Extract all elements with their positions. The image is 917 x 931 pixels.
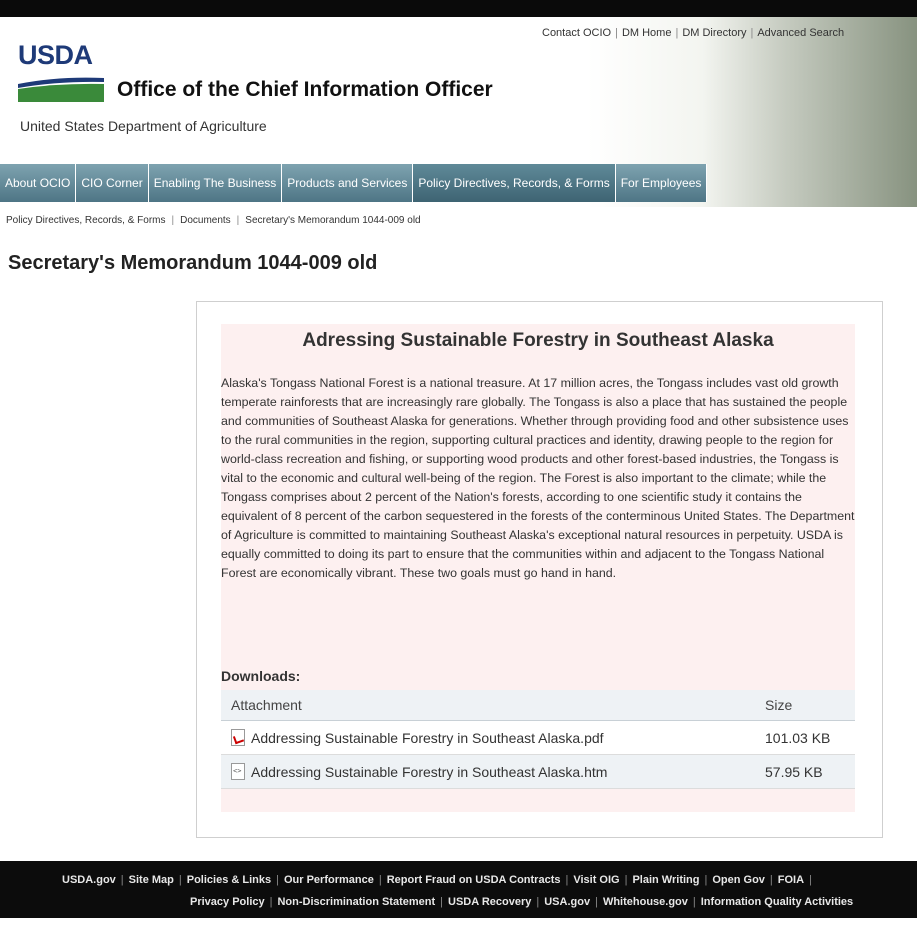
attachment-link[interactable]: Addressing Sustainable Forestry in South… xyxy=(251,730,604,746)
usda-logo[interactable]: USDA xyxy=(18,40,104,102)
footer: USDA.gov | Site Map | Policies & Links | Our P… xyxy=(0,861,917,918)
article-body: Alaska's Tongass National Forest is a na… xyxy=(221,376,855,580)
footer-link[interactable]: USDA.gov xyxy=(62,874,116,886)
footer-link[interactable]: USA.gov xyxy=(544,896,590,908)
main-nav: About OCIO CIO Corner Enabling The Busin… xyxy=(0,164,708,202)
content-box: Adressing Sustainable Forestry in Southe… xyxy=(196,301,883,838)
page-title: Secretary's Memorandum 1044-009 old xyxy=(8,252,378,274)
attachment-column-header: Attachment xyxy=(221,690,755,721)
table-row: Addressing Sustainable Forestry in South… xyxy=(221,754,855,789)
separator: | xyxy=(269,896,273,908)
attachments-table: Attachment Size Addressing Sustainable F… xyxy=(221,690,855,789)
site-title: Office of the Chief Information Officer xyxy=(117,78,493,101)
separator: | xyxy=(675,27,679,39)
footer-link[interactable]: Non-Discrimination Statement xyxy=(277,896,435,908)
footer-link[interactable]: Policies & Links xyxy=(187,874,271,886)
usda-swoosh-icon xyxy=(18,77,104,102)
downloads-label: Downloads: xyxy=(221,668,301,684)
footer-link[interactable]: Whitehouse.gov xyxy=(603,896,688,908)
nav-policy-directives[interactable]: Policy Directives, Records, & Forms xyxy=(413,164,616,202)
separator: | xyxy=(120,874,124,886)
breadcrumb-current: Secretary's Memorandum 1044-009 old xyxy=(245,215,421,226)
advanced-search-link[interactable]: Advanced Search xyxy=(757,27,844,39)
breadcrumb-policy-directives[interactable]: Policy Directives, Records, & Forms xyxy=(6,215,165,226)
footer-link[interactable]: Our Performance xyxy=(284,874,374,886)
separator: | xyxy=(750,27,754,39)
separator: | xyxy=(440,896,444,908)
html-file-icon xyxy=(231,763,245,780)
separator: | xyxy=(692,896,696,908)
separator: | xyxy=(378,874,382,886)
footer-link[interactable]: Report Fraud on USDA Contracts xyxy=(387,874,561,886)
separator: | xyxy=(236,215,240,226)
size-column-header: Size xyxy=(755,690,855,721)
contact-ocio-link[interactable]: Contact OCIO xyxy=(542,27,611,39)
breadcrumb: Policy Directives, Records, & Forms | Docu… xyxy=(6,215,421,226)
dm-home-link[interactable]: DM Home xyxy=(622,27,672,39)
article-panel: Adressing Sustainable Forestry in Southe… xyxy=(221,324,855,812)
attachment-size: 101.03 KB xyxy=(755,720,855,755)
top-black-bar xyxy=(0,0,917,17)
separator: | xyxy=(704,874,708,886)
footer-link[interactable]: Visit OIG xyxy=(573,874,619,886)
attachment-size: 57.95 KB xyxy=(755,754,855,789)
separator: | xyxy=(809,874,812,886)
footer-link[interactable]: Open Gov xyxy=(712,874,765,886)
separator: | xyxy=(536,896,540,908)
separator: | xyxy=(178,874,182,886)
separator: | xyxy=(595,896,598,908)
table-row: Addressing Sustainable Forestry in South… xyxy=(221,720,855,755)
dm-directory-link[interactable]: DM Directory xyxy=(682,27,746,39)
footer-link[interactable]: Plain Writing xyxy=(632,874,699,886)
footer-links-row-1: USDA.gov | Site Map | Policies & Links | Our P… xyxy=(62,874,817,886)
separator: | xyxy=(615,27,618,39)
article-title: Adressing Sustainable Forestry in Southe… xyxy=(302,330,774,351)
footer-link[interactable]: Site Map xyxy=(129,874,174,886)
footer-link[interactable]: USDA Recovery xyxy=(448,896,531,908)
footer-links-row-2: Privacy Policy | Non-Discrimination Statem… xyxy=(190,896,853,908)
attachment-link[interactable]: Addressing Sustainable Forestry in South… xyxy=(251,764,607,780)
usda-logo-text: USDA xyxy=(18,40,93,70)
footer-link[interactable]: FOIA xyxy=(778,874,804,886)
nav-about-ocio[interactable]: About OCIO xyxy=(0,164,77,202)
separator: | xyxy=(624,874,628,886)
nav-cio-corner[interactable]: CIO Corner xyxy=(76,164,149,202)
nav-for-employees[interactable]: For Employees xyxy=(615,164,708,202)
breadcrumb-documents[interactable]: Documents xyxy=(180,215,231,226)
utility-links: Contact OCIO | DM Home | DM Directory | Advanc… xyxy=(542,27,844,39)
separator: | xyxy=(769,874,773,886)
nav-products-and-services[interactable]: Products and Services xyxy=(282,164,414,202)
pdf-file-icon xyxy=(231,729,245,746)
separator: | xyxy=(171,215,175,226)
footer-link[interactable]: Privacy Policy xyxy=(190,896,265,908)
site-subtitle: United States Department of Agriculture xyxy=(20,118,267,134)
separator: | xyxy=(276,874,279,886)
footer-link[interactable]: Information Quality Activities xyxy=(701,896,853,908)
nav-enabling-the-business[interactable]: Enabling The Business xyxy=(148,164,283,202)
separator: | xyxy=(565,874,569,886)
